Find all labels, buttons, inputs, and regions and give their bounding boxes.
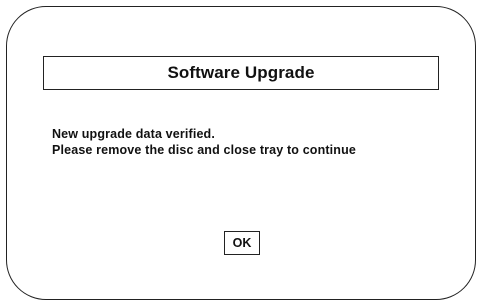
- message-line-instruction: Please remove the disc and close tray to…: [52, 143, 356, 157]
- dialog-title: Software Upgrade: [167, 63, 315, 82]
- ok-button[interactable]: OK: [224, 231, 260, 255]
- message-line-verified: New upgrade data verified.: [52, 127, 215, 141]
- dialog-message: New upgrade data verified. Please remove…: [52, 126, 356, 158]
- dialog-title-box: Software Upgrade: [43, 56, 439, 90]
